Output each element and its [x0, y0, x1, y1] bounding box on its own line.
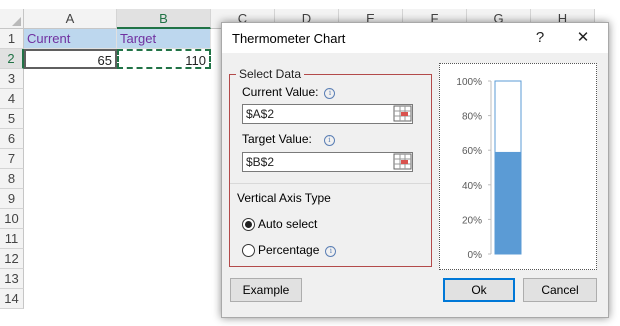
dialog-title: Thermometer Chart	[232, 31, 346, 46]
info-icon[interactable]: i	[324, 88, 336, 99]
y-tick-label: 40%	[462, 181, 482, 192]
help-button[interactable]: ?	[529, 28, 551, 48]
row-header-8[interactable]: 8	[0, 169, 24, 189]
row-header-9[interactable]: 9	[0, 189, 24, 209]
cell-b2[interactable]: 110	[117, 49, 211, 69]
cell-a2[interactable]: 65	[24, 49, 117, 69]
target-value-label: Target Value:	[242, 132, 312, 146]
group-divider	[230, 183, 431, 184]
row-header-2[interactable]: 2	[0, 49, 24, 69]
info-icon[interactable]: i	[325, 246, 337, 257]
y-tick-label: 100%	[456, 77, 482, 88]
row-header-5[interactable]: 5	[0, 109, 24, 129]
percentage-radio[interactable]	[242, 244, 255, 257]
target-value-label-row: Target Value: i	[242, 132, 335, 146]
current-value-input[interactable]: $A$2	[242, 104, 413, 124]
row-header-12[interactable]: 12	[0, 249, 24, 269]
column-header-b[interactable]: B	[117, 9, 211, 29]
select-data-label: Select Data	[236, 67, 305, 81]
percentage-label-row[interactable]: Percentage i	[258, 243, 337, 257]
current-value-label: Current Value:	[242, 85, 319, 99]
current-value-label-row: Current Value: i	[242, 85, 336, 99]
thermometer-chart-dialog: Thermometer Chart ? ✕ Select Data Curren…	[221, 22, 609, 318]
row-header-7[interactable]: 7	[0, 149, 24, 169]
example-button[interactable]: Example	[230, 278, 302, 302]
row-header-4[interactable]: 4	[0, 89, 24, 109]
cell-b1[interactable]: Target	[117, 29, 211, 49]
thermometer-chart: 0% 20% 40% 60% 80% 100%	[456, 77, 522, 261]
select-all-corner[interactable]	[0, 9, 24, 29]
ok-button[interactable]: Ok	[443, 278, 515, 302]
y-tick-label: 60%	[462, 146, 482, 157]
info-icon[interactable]: i	[323, 135, 335, 146]
cell-a1[interactable]: Current	[24, 29, 117, 49]
thermometer-fill-bar	[495, 151, 521, 254]
select-data-group: Select Data Current Value: i $A$2 Target …	[229, 67, 432, 267]
range-select-icon[interactable]	[393, 153, 413, 171]
close-button[interactable]: ✕	[572, 28, 594, 48]
dialog-titlebar[interactable]: Thermometer Chart ? ✕	[222, 23, 608, 53]
y-tick-label: 80%	[462, 112, 482, 123]
auto-select-radio[interactable]	[242, 218, 255, 231]
range-select-icon[interactable]	[393, 105, 413, 123]
y-tick-label: 0%	[468, 250, 483, 261]
percentage-label[interactable]: Percentage	[258, 243, 319, 257]
row-header-3[interactable]: 3	[0, 69, 24, 89]
row-header-6[interactable]: 6	[0, 129, 24, 149]
row-header-1[interactable]: 1	[0, 29, 24, 49]
chart-preview: 0% 20% 40% 60% 80% 100%	[439, 63, 597, 270]
row-header-11[interactable]: 11	[0, 229, 24, 249]
auto-select-label[interactable]: Auto select	[258, 217, 317, 231]
axis-type-label: Vertical Axis Type	[237, 191, 331, 205]
column-header-a[interactable]: A	[24, 9, 117, 29]
row-header-13[interactable]: 13	[0, 269, 24, 289]
y-tick-label: 20%	[462, 215, 482, 226]
row-header-10[interactable]: 10	[0, 209, 24, 229]
row-header-14[interactable]: 14	[0, 289, 24, 309]
target-value-input[interactable]: $B$2	[242, 152, 413, 172]
cancel-button[interactable]: Cancel	[523, 278, 597, 302]
